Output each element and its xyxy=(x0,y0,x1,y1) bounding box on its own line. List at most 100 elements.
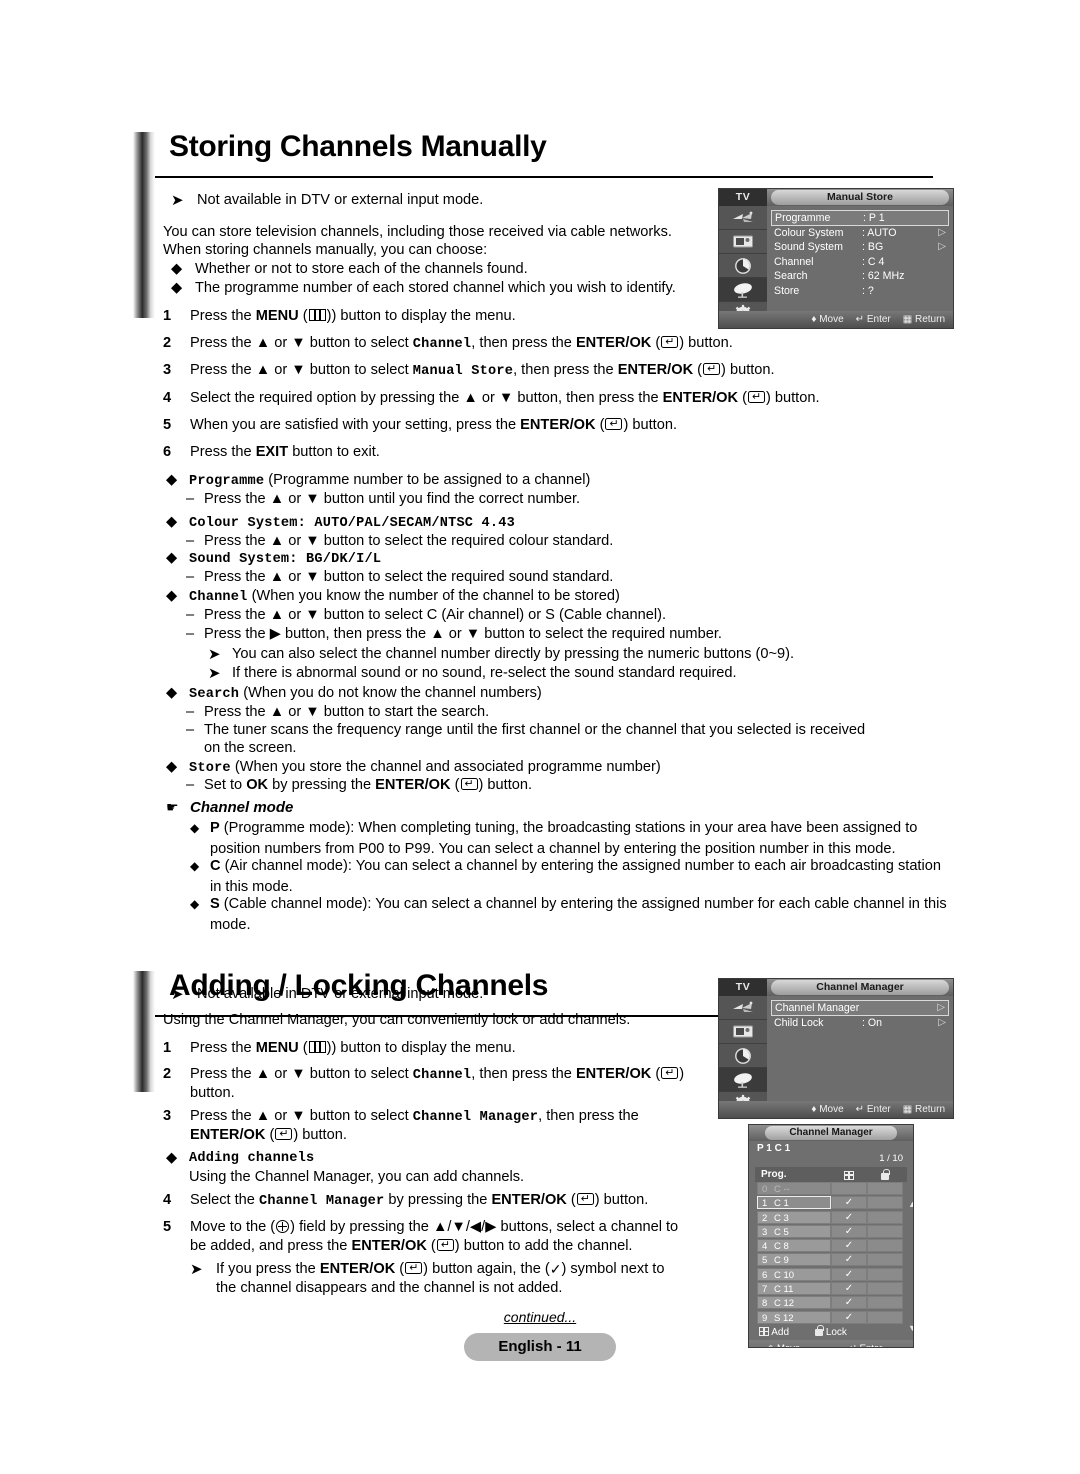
menu-icon xyxy=(308,309,326,321)
channel-dish-icon[interactable] xyxy=(719,1068,767,1092)
chevron-right-icon: ▷ xyxy=(937,1001,945,1013)
arrow-bullet-icon: ➤ xyxy=(171,192,184,209)
table-row[interactable]: 3C 5 ✓ xyxy=(755,1224,907,1238)
table-row[interactable]: 1C 1 ✓ xyxy=(755,1196,907,1210)
table-row[interactable]: 0C -- xyxy=(755,1182,907,1195)
cmp-row-added: ✓ xyxy=(831,1310,867,1324)
option-channel-note-1: ➤ You can also select the channel number… xyxy=(208,646,795,663)
osd-row-channel-manager[interactable]: Channel Manager ▷ xyxy=(771,1000,949,1016)
option-programme-sub-1: – Press the ▲ or ▼ button until you find… xyxy=(186,489,886,510)
osd-footer-move: ♦ Move xyxy=(811,314,844,325)
option-channel-note-2: ➤ If there is abnormal sound or no sound… xyxy=(208,665,737,682)
step-2: 2 Press the ▲ or ▼ button to select Chan… xyxy=(163,333,843,355)
osd-channel-manager: TV Channel Manager Channel Manager ▷ Chi… xyxy=(718,978,954,1119)
picture-icon[interactable] xyxy=(719,1020,767,1044)
legend-add: Add xyxy=(759,1326,789,1338)
osd-tv-label: TV xyxy=(719,979,767,996)
option-term: Programme xyxy=(189,474,265,489)
cmp-row-name: 2C 3 xyxy=(757,1210,831,1224)
mode-letter: S xyxy=(210,896,220,912)
step-number: 5 xyxy=(163,417,172,433)
cmp-row-name: 8C 12 xyxy=(757,1296,831,1310)
osd-row-search[interactable]: Search : 62 MHz xyxy=(771,269,949,284)
sound-icon[interactable] xyxy=(719,1044,767,1068)
section-heading-storing: Storing Channels Manually xyxy=(133,130,933,318)
enter-icon xyxy=(605,418,623,430)
osd-row-label: Sound System xyxy=(774,241,843,253)
osd-row-colour-system[interactable]: Colour System : AUTO ▷ xyxy=(771,226,949,241)
channel-manager-panel: Channel Manager P 1 C 1 1 / 10 Prog. 0C … xyxy=(748,1124,914,1348)
step-number: 6 xyxy=(163,444,172,460)
cmp-row-locked xyxy=(867,1210,903,1224)
cmp-footer-enter: ↵ Enter xyxy=(831,1342,913,1347)
adding-channels-desc: Using the Channel Manager, you can add c… xyxy=(189,1169,525,1185)
dash-bullet-icon: – xyxy=(186,569,195,585)
osd-row-store[interactable]: Store : ? xyxy=(771,284,949,299)
option-sound-system-sub-1: – Press the ▲ or ▼ button to select the … xyxy=(186,567,886,588)
table-row[interactable]: 8C 12 ✓ xyxy=(755,1296,907,1310)
cmp-row-name: 1C 1 xyxy=(757,1196,831,1210)
cmp-legend: Add Lock xyxy=(749,1324,913,1340)
osd-footer-return: ▦ Return xyxy=(902,314,945,325)
osd-topbar: TV Manual Store xyxy=(719,189,953,206)
osd-row-value: : 62 MHz xyxy=(862,270,905,282)
diamond-bullet-icon: ◆ xyxy=(190,897,200,911)
dash-bullet-icon: – xyxy=(186,607,195,623)
cmp-row-locked xyxy=(867,1282,903,1296)
add-icon xyxy=(759,1326,769,1336)
osd-row-value: : On xyxy=(862,1016,883,1029)
heading-accent-bar-tail xyxy=(133,1017,155,1092)
cmp-topbar: Channel Manager xyxy=(749,1125,913,1141)
dash-bullet-icon: – xyxy=(186,722,195,738)
cmp-row-added: ✓ xyxy=(831,1239,867,1253)
table-row[interactable]: 4C 8 ✓ xyxy=(755,1239,907,1253)
osd-manual-store: TV Manual Store Programme: P 1 Colour S… xyxy=(718,188,954,329)
channel-dish-icon[interactable] xyxy=(719,278,767,302)
osd-row-programme[interactable]: Programme : P 1 xyxy=(771,210,949,226)
enter-icon xyxy=(436,1239,454,1251)
osd-row-value: : C 4 xyxy=(862,255,885,268)
osd-row-label: Child Lock xyxy=(774,1016,824,1029)
cmp-row-locked xyxy=(867,1296,903,1310)
step-number: 3 xyxy=(163,362,172,378)
adding-step-5: 5 Move to the () field by pressing the ▲… xyxy=(163,1217,723,1238)
table-row[interactable]: 9S 12 ✓ xyxy=(755,1310,907,1324)
osd-footer-enter: ↵ Enter xyxy=(855,314,891,325)
adding-final-note-line2: the channel disappears and the channel i… xyxy=(216,1280,563,1296)
osd-sidebar xyxy=(719,996,767,1116)
osd-row-child-lock[interactable]: Child Lock : On ▷ xyxy=(771,1016,949,1031)
option-term: Colour System xyxy=(189,516,298,531)
scroll-up-icon[interactable]: ▲ xyxy=(908,1199,913,1209)
option-term: Store xyxy=(189,761,231,776)
osd-row-label: Channel xyxy=(774,255,814,268)
enter-icon xyxy=(275,1128,293,1140)
sound-icon[interactable] xyxy=(719,254,767,278)
cmp-row-added: ✓ xyxy=(831,1210,867,1224)
scroll-down-icon[interactable]: ▼ xyxy=(908,1323,913,1333)
osd-title: Manual Store xyxy=(771,190,949,205)
cmp-row-locked xyxy=(867,1224,903,1238)
add-channel-icon xyxy=(276,1220,290,1233)
option-channel-sub-1: – Press the ▲ or ▼ button to select C (A… xyxy=(186,605,886,626)
osd-row-channel[interactable]: Channel : C 4 xyxy=(771,255,949,270)
input-source-icon[interactable] xyxy=(719,996,767,1020)
dash-bullet-icon: – xyxy=(186,491,195,507)
table-row[interactable]: 5C 9 ✓ xyxy=(755,1253,907,1267)
table-row[interactable]: 6C 10 ✓ xyxy=(755,1267,907,1281)
step-number: 3 xyxy=(163,1108,172,1124)
table-row[interactable]: 2C 3 ✓ xyxy=(755,1210,907,1224)
picture-icon[interactable] xyxy=(719,230,767,254)
cmp-row-name: 3C 5 xyxy=(757,1224,831,1238)
osd-menu-list: Programme : P 1 Colour System : AUTO ▷ S… xyxy=(767,206,953,326)
step-5: 5 When you are satisfied with your setti… xyxy=(163,415,863,436)
heading-accent-bar-tail xyxy=(133,178,155,318)
table-row[interactable]: 7C 11 ✓ xyxy=(755,1282,907,1296)
dash-bullet-icon: – xyxy=(186,626,195,642)
input-source-icon[interactable] xyxy=(719,206,767,230)
cmp-scrollbar[interactable]: ▲ ▼ xyxy=(907,1183,913,1333)
channel-mode-title: Channel mode xyxy=(190,799,294,816)
osd-row-sound-system[interactable]: Sound System : BG ▷ xyxy=(771,240,949,255)
diamond-bullet-icon: ◆ xyxy=(190,821,200,835)
chevron-right-icon: ▷ xyxy=(938,226,946,238)
arrow-bullet-icon: ➤ xyxy=(171,986,184,1003)
